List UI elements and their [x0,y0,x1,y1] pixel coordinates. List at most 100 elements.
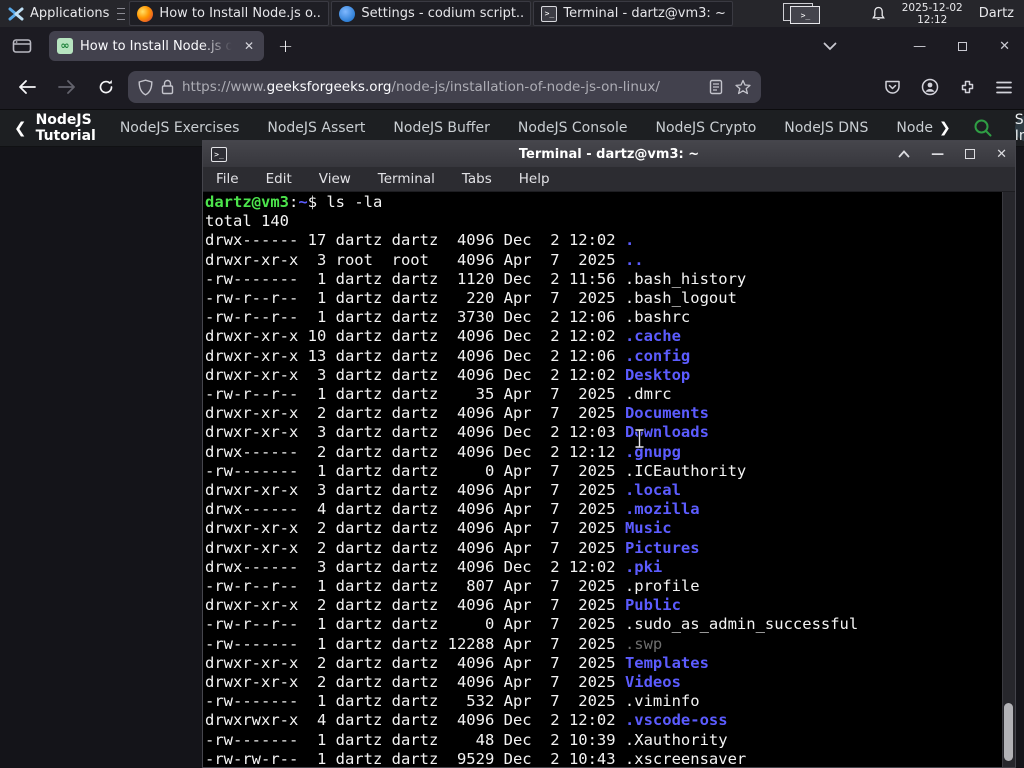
distro-logo-icon [8,6,24,22]
tab-bar: ∞ How to Install Node.js on ✕ + — ✕ [0,27,1024,65]
navigation-toolbar: https://www.geeksforgeeks.org/node-js/in… [0,65,1024,110]
chevron-right-icon[interactable]: ❯ [939,120,951,136]
scrollbar-thumb[interactable] [1004,703,1013,761]
user-menu[interactable]: Dartz [979,6,1014,21]
terminal-line: dartz@vm3:~$ ls -la [205,193,383,211]
page-nav-item[interactable]: NodeJS Assert [267,120,365,136]
taskbar-item-label: Settings - codium script... [361,6,524,21]
mouse-ibeam-cursor [634,428,645,449]
terminal-line: drwxr-xr-x 2 dartz dartz 4096 Apr 7 2025… [205,538,700,557]
urlbar-actions [709,79,751,95]
terminal-line: drwx------ 2 dartz dartz 4096 Dec 2 12:1… [205,442,681,461]
terminal-line: -rw-r--r-- 1 dartz dartz 3730 Dec 2 12:0… [205,308,691,327]
terminal-maximize-icon[interactable] [965,149,976,159]
minimize-icon[interactable]: — [913,39,926,54]
close-icon[interactable]: ✕ [999,39,1010,54]
taskbar-item-label: Terminal - dartz@vm3: ~ [563,6,726,21]
page-nav-item[interactable]: NodeJS Crypto [656,120,757,136]
terminal-menubar: File Edit View Terminal Tabs Help [203,167,1015,192]
terminal-line: drwxr-xr-x 13 dartz dartz 4096 Dec 2 12:… [205,346,691,365]
workspace-pager[interactable]: >_ [781,2,823,25]
applications-label: Applications [30,6,110,21]
account-icon[interactable] [921,78,939,96]
tab-how-to-install-nodejs[interactable]: ∞ How to Install Node.js on ✕ [49,31,264,61]
terminal-menu-edit[interactable]: Edit [266,171,292,187]
url-scheme: https://www. [182,79,267,95]
terminal-line: -rw-r--r-- 1 dartz dartz 220 Apr 7 2025 … [205,289,737,308]
terminal-line: drwxr-xr-x 10 dartz dartz 4096 Dec 2 12:… [205,327,681,346]
url-domain: geeksforgeeks.org [266,79,392,95]
panel-status-area: 2025-12-02 12:12 Dartz [871,2,1024,26]
terminal-line: drwx------ 3 dartz dartz 4096 Dec 2 12:0… [205,557,663,576]
page-nav-item[interactable]: NodeJS DNS [784,120,868,136]
taskbar-item[interactable]: >_ Terminal - dartz@vm3: ~ [533,1,734,26]
terminal-line: drwxr-xr-x 2 dartz dartz 4096 Apr 7 2025… [205,404,709,423]
terminal-menu-file[interactable]: File [216,171,239,187]
pocket-icon[interactable] [884,79,901,96]
terminal-minimize-icon[interactable]: — [931,147,944,162]
nav-buttons [0,79,128,95]
terminal-line: -rw-r--r-- 1 dartz dartz 35 Apr 7 2025 .… [205,385,672,404]
new-tab-button[interactable]: + [278,36,293,57]
forward-icon[interactable] [58,80,76,94]
terminal-line: drwxr-xr-x 2 dartz dartz 4096 Apr 7 2025… [205,596,681,615]
terminal-line: -rw-r--r-- 1 dartz dartz 0 Apr 7 2025 .s… [205,615,859,634]
terminal-line: -rw------- 1 dartz dartz 532 Apr 7 2025 … [205,692,700,711]
sign-in-button[interactable]: Sign In [1014,112,1024,144]
nav-back-item[interactable]: ❮ NodeJS Tutorial [0,112,96,144]
terminal-menu-tabs[interactable]: Tabs [462,171,492,187]
applications-menu[interactable]: Applications [0,0,117,27]
tabbar-controls: — ✕ [823,39,1024,54]
shield-icon[interactable] [138,78,153,96]
lock-icon[interactable] [161,79,174,95]
notification-bell-icon[interactable] [871,6,886,22]
firefox-view-icon[interactable] [12,37,32,55]
menu-hamburger-icon[interactable] [996,81,1012,94]
bookmark-star-icon[interactable] [735,79,751,95]
taskbar-item[interactable]: How to Install Node.js o... [129,1,330,26]
terminal-line: -rw------- 1 dartz dartz 0 Apr 7 2025 .I… [205,461,747,480]
page-nav-item[interactable]: NodeJS Buffer [393,120,490,136]
terminal-window-controls: — ✕ [898,147,1007,162]
page-nav-items: NodeJS Exercises NodeJS Assert NodeJS Buff… [120,120,961,136]
taskbar: How to Install Node.js o... Settings - co… [129,0,734,27]
terminal-window: >_ Terminal - dartz@vm3: ~ — ✕ File Edit V… [202,140,1016,768]
terminal-scrollbar[interactable] [1002,192,1015,767]
terminal-line: drwx------ 17 dartz dartz 4096 Dec 2 12:… [205,231,635,250]
reader-mode-icon[interactable] [709,79,723,95]
url-bar[interactable]: https://www.geeksforgeeks.org/node-js/in… [128,71,761,103]
clock-date: 2025-12-02 [901,1,963,14]
terminal-line: drwxr-xr-x 3 root root 4096 Apr 7 2025 .… [205,250,644,269]
terminal-line: drwxr-xr-x 3 dartz dartz 4096 Apr 7 2025… [205,481,681,500]
panel-clock[interactable]: 2025-12-02 12:12 [902,2,963,26]
tab-close-icon[interactable]: ✕ [242,37,256,55]
shade-icon[interactable] [898,150,910,158]
terminal-line: -rw-r--r-- 1 dartz dartz 807 Apr 7 2025 … [205,577,700,596]
terminal-body[interactable]: dartz@vm3:~$ ls -la total 140 drwx------ 1… [203,192,1015,767]
nav-back-label: NodeJS Tutorial [35,112,96,144]
terminal-menu-view[interactable]: View [319,171,351,187]
tab-title: How to Install Node.js on [80,38,235,54]
terminal-titlebar[interactable]: >_ Terminal - dartz@vm3: ~ — ✕ [203,141,1015,167]
chevron-left-icon: ❮ [14,119,27,137]
search-icon[interactable] [973,118,993,138]
terminal-line: total 140 [205,212,289,231]
terminal-menu-terminal[interactable]: Terminal [378,171,435,187]
page-nav-item[interactable]: Node [896,120,933,136]
terminal-close-icon[interactable]: ✕ [996,147,1007,162]
taskbar-item[interactable]: Settings - codium script... [331,1,532,26]
terminal-line: drwxrwxr-x 4 dartz dartz 4096 Dec 2 12:0… [205,711,728,730]
list-all-tabs-icon[interactable] [823,42,837,51]
reload-icon[interactable] [98,79,114,95]
back-icon[interactable] [18,80,36,94]
clock-time: 12:12 [917,13,948,26]
desktop: Applications How to Install Node.js o...… [0,0,1024,768]
terminal-line: drwxr-xr-x 3 dartz dartz 4096 Dec 2 12:0… [205,423,709,442]
page-nav-item[interactable]: NodeJS Console [518,120,628,136]
extensions-icon[interactable] [959,79,976,96]
geeksforgeeks-favicon: ∞ [57,38,73,54]
terminal-menu-help[interactable]: Help [519,171,550,187]
terminal-icon: >_ [541,5,558,22]
restore-icon[interactable] [958,41,968,51]
page-nav-item[interactable]: NodeJS Exercises [120,120,240,136]
